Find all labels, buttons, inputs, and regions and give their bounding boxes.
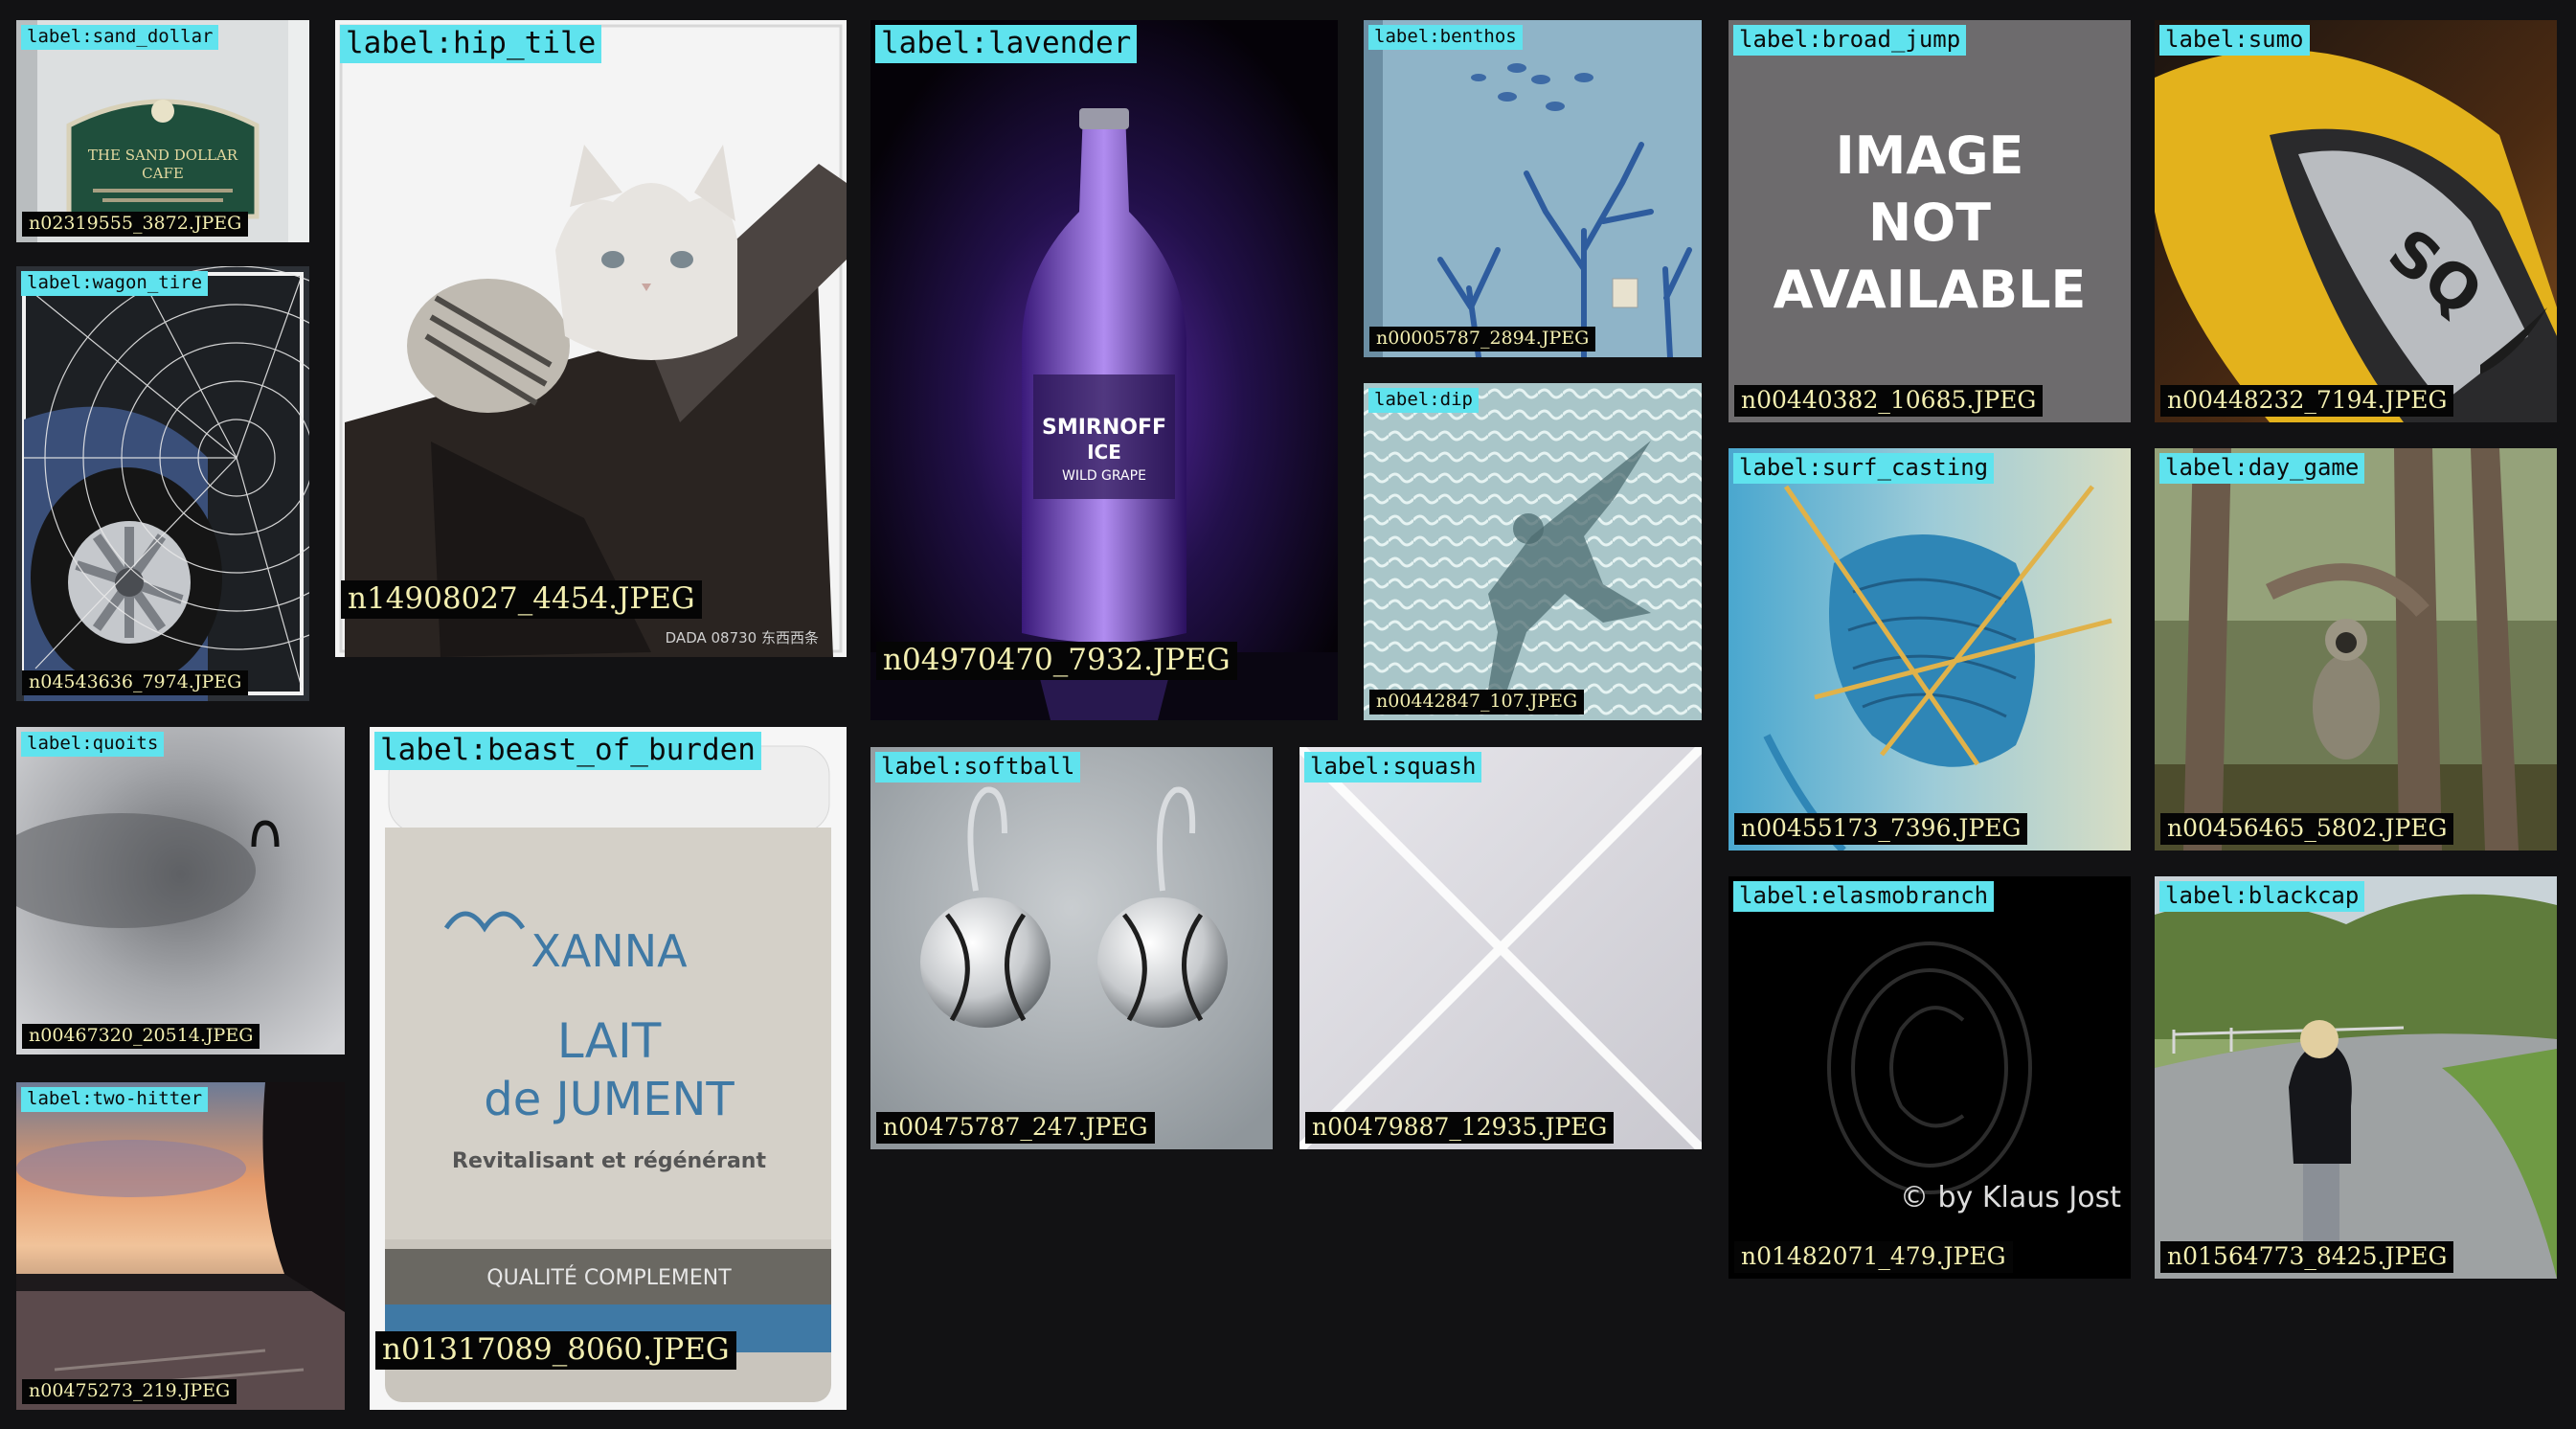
filename-label: n00467320_20514.JPEG	[22, 1024, 260, 1049]
filename-label: n01564773_8425.JPEG	[2160, 1241, 2454, 1273]
image-tile[interactable]: SMIRNOFF ICE WILD GRAPE label:lavender n…	[870, 20, 1338, 720]
placeholder-text: IMAGE	[1836, 125, 2024, 186]
image-thumbnail	[16, 266, 309, 701]
image-tile[interactable]: label:softball n00475787_247.JPEG	[870, 747, 1273, 1149]
product-tagline: Revitalisant et régénérant	[452, 1149, 766, 1173]
image-thumbnail	[1364, 20, 1702, 357]
filename-label: n14908027_4454.JPEG	[341, 580, 702, 619]
class-label: label:hip_tile	[340, 25, 602, 63]
image-tile[interactable]: label:benthos n00005787_2894.JPEG	[1364, 20, 1702, 357]
placeholder-text: AVAILABLE	[1774, 260, 2087, 320]
image-thumbnail: © by Klaus Jost	[1729, 876, 2131, 1279]
filename-label: n00440382_10685.JPEG	[1734, 385, 2044, 417]
class-label: label:softball	[875, 752, 1081, 783]
bottle-text: WILD GRAPE	[1062, 468, 1146, 484]
image-thumbnail: SMIRNOFF ICE WILD GRAPE	[870, 20, 1338, 720]
image-thumbnail	[2155, 876, 2557, 1279]
image-thumbnail: IMAGE NOT AVAILABLE	[1729, 20, 2131, 422]
filename-label: n04970470_7932.JPEG	[876, 642, 1237, 680]
image-tile[interactable]: SQ label:sumo n00448232_7194.JPEG	[2155, 20, 2557, 422]
class-label: label:day_game	[2159, 453, 2365, 484]
filename-label: n04543636_7974.JPEG	[22, 670, 249, 695]
filename-label: n01482071_479.JPEG	[1734, 1241, 2013, 1273]
class-label: label:elasmobranch	[1733, 881, 1995, 912]
image-tile[interactable]: label:wagon_tire n04543636_7974.JPEG	[16, 266, 309, 701]
image-tile[interactable]: label:day_game n00456465_5802.JPEG	[2155, 448, 2557, 851]
class-label: label:sand_dollar	[21, 25, 219, 50]
image-tile[interactable]: label:quoits n00467320_20514.JPEG	[16, 727, 345, 1055]
image-tile[interactable]: IMAGE NOT AVAILABLE label:broad_jump n00…	[1729, 20, 2131, 422]
class-label: label:sumo	[2159, 25, 2310, 56]
filename-label: n00448232_7194.JPEG	[2160, 385, 2454, 417]
class-label: label:two-hitter	[21, 1087, 209, 1112]
bottle-text: SMIRNOFF	[1042, 416, 1166, 440]
image-tile[interactable]: label:squash n00479887_12935.JPEG	[1299, 747, 1702, 1149]
image-thumbnail	[2155, 448, 2557, 851]
image-tile[interactable]: THE SAND DOLLAR CAFE label:sand_dollar n…	[16, 20, 309, 242]
image-grid: THE SAND DOLLAR CAFE label:sand_dollar n…	[0, 0, 2576, 1429]
image-thumbnail: DADA 08730 东西西条	[335, 20, 847, 657]
class-label: label:benthos	[1368, 25, 1523, 50]
image-tile[interactable]: label:dip n00442847_107.JPEG	[1364, 383, 1702, 720]
image-tile[interactable]: label:two-hitter n00475273_219.JPEG	[16, 1082, 345, 1410]
image-thumbnail: SQ	[2155, 20, 2557, 422]
filename-label: n00475273_219.JPEG	[22, 1379, 237, 1404]
image-tile[interactable]: © by Klaus Jost label:elasmobranch n0148…	[1729, 876, 2131, 1279]
image-thumbnail	[1729, 448, 2131, 851]
product-brand: XANNA	[531, 925, 688, 977]
image-thumbnail	[1364, 383, 1702, 720]
image-thumbnail: XANNA LAIT de JUMENT Revitalisant et rég…	[370, 727, 847, 1410]
filename-label: n00455173_7396.JPEG	[1734, 813, 2028, 845]
class-label: label:lavender	[875, 25, 1138, 63]
filename-label: n00479887_12935.JPEG	[1305, 1112, 1615, 1144]
filename-label: n00005787_2894.JPEG	[1369, 327, 1596, 352]
class-label: label:broad_jump	[1733, 25, 1967, 56]
image-thumbnail	[1299, 747, 1702, 1149]
sign-text: THE SAND DOLLAR	[88, 147, 238, 164]
class-label: label:squash	[1304, 752, 1482, 783]
class-label: label:dip	[1368, 388, 1479, 413]
image-thumbnail: THE SAND DOLLAR CAFE	[16, 20, 309, 242]
filename-label: n00442847_107.JPEG	[1369, 690, 1585, 714]
placeholder-text: NOT	[1868, 193, 1991, 253]
product-band: QUALITÉ COMPLEMENT	[486, 1265, 732, 1290]
image-tile[interactable]: XANNA LAIT de JUMENT Revitalisant et rég…	[370, 727, 847, 1410]
filename-label: n02319555_3872.JPEG	[22, 212, 249, 237]
product-name: de JUMENT	[484, 1073, 734, 1126]
filename-label: n01317089_8060.JPEG	[375, 1331, 736, 1370]
filename-label: n00456465_5802.JPEG	[2160, 813, 2454, 845]
image-tile[interactable]: label:surf_casting n00455173_7396.JPEG	[1729, 448, 2131, 851]
image-thumbnail	[16, 1082, 345, 1410]
image-thumbnail	[16, 727, 345, 1055]
image-tile[interactable]: DADA 08730 东西西条 label:hip_tile n14908027…	[335, 20, 847, 657]
class-label: label:quoits	[21, 732, 165, 757]
image-tile[interactable]: label:blackcap n01564773_8425.JPEG	[2155, 876, 2557, 1279]
filename-label: n00475787_247.JPEG	[876, 1112, 1155, 1144]
copyright-text: © by Klaus Jost	[1900, 1181, 2121, 1214]
watermark-text: DADA 08730 东西西条	[666, 629, 819, 646]
bottle-text: ICE	[1087, 441, 1121, 464]
class-label: label:wagon_tire	[21, 271, 209, 296]
product-name: LAIT	[557, 1013, 662, 1069]
image-thumbnail	[870, 747, 1273, 1149]
sign-text: CAFE	[142, 165, 184, 182]
class-label: label:surf_casting	[1733, 453, 1995, 484]
class-label: label:beast_of_burden	[374, 732, 761, 770]
class-label: label:blackcap	[2159, 881, 2365, 912]
